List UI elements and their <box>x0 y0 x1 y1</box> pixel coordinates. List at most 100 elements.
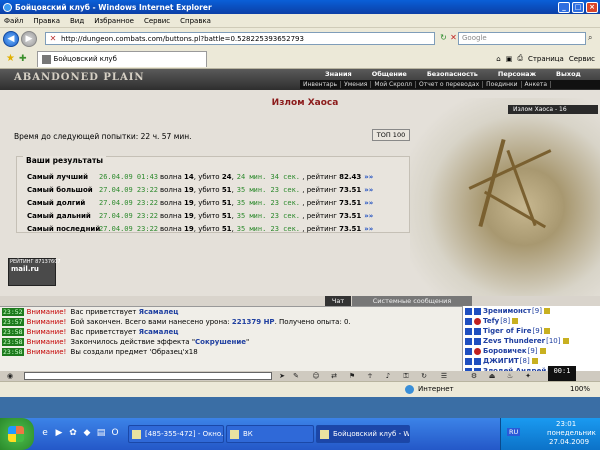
user-name[interactable]: Зренимонст <box>483 307 531 315</box>
user-info-icon[interactable] <box>512 318 519 324</box>
nav-character[interactable]: Персонаж <box>498 70 536 78</box>
user-name[interactable]: Zevs Thunderer <box>483 337 545 345</box>
tab-chat[interactable]: Чат <box>325 296 351 306</box>
nav-security[interactable]: Безопасность <box>427 70 478 78</box>
nav-exit[interactable]: Выход <box>556 70 581 78</box>
cup-icon[interactable]: ♨ <box>506 372 514 380</box>
browser-tab[interactable]: Бойцовский клуб <box>36 50 207 67</box>
user-info-icon[interactable] <box>531 358 538 364</box>
chat-timestamp[interactable]: 23:58 <box>2 338 24 346</box>
user-info-icon[interactable] <box>562 338 569 344</box>
close-button[interactable]: × <box>586 1 598 13</box>
minimize-button[interactable]: _ <box>558 1 570 13</box>
quicklaunch-icq-icon[interactable]: ✿ <box>68 427 78 439</box>
taskbar-item-1[interactable]: [485-355-472] - Окно... <box>128 425 224 443</box>
chat-input[interactable] <box>24 372 272 380</box>
subnav-profile[interactable]: Анкета <box>522 81 552 88</box>
print-icon[interactable]: ⎙ <box>517 54 523 63</box>
chat-menu-icon[interactable]: ◉ <box>6 372 14 380</box>
private-message-icon[interactable] <box>465 357 472 365</box>
filter-icon[interactable]: ⚑ <box>348 372 356 380</box>
exit-icon[interactable]: ⏏ <box>488 372 496 380</box>
taskbar-item-3[interactable]: Бойцовский клуб - Wi... <box>316 425 410 443</box>
menu-file[interactable]: Файл <box>4 17 23 25</box>
chat-timestamp[interactable]: 23:57 <box>2 318 24 326</box>
details-link[interactable]: »» <box>364 186 373 196</box>
language-indicator[interactable]: RU <box>507 428 521 436</box>
user-name[interactable]: Tefy <box>483 317 499 325</box>
quicklaunch-app-icon[interactable]: ◆ <box>82 427 92 439</box>
menu-help[interactable]: Справка <box>180 17 211 25</box>
quicklaunch-opera-icon[interactable]: O <box>110 427 120 439</box>
private-message-icon[interactable] <box>465 307 472 315</box>
user-name[interactable]: ДЖИГИТ <box>483 357 519 365</box>
settings-icon[interactable]: ⚙ <box>470 372 478 380</box>
tray-time[interactable]: 23:01 <box>556 420 576 428</box>
menu-edit[interactable]: Правка <box>33 17 60 25</box>
menu-favorites[interactable]: Избранное <box>94 17 134 25</box>
nav-social[interactable]: Общение <box>372 70 407 78</box>
user-info-icon[interactable] <box>539 348 546 354</box>
taskbar-item-2[interactable]: ВК <box>226 425 314 443</box>
subnav-battles[interactable]: Поединки <box>483 81 522 88</box>
person-icon[interactable]: ☥ <box>366 372 374 380</box>
back-button[interactable]: ◀ <box>3 30 19 47</box>
send-icon[interactable]: ➤ <box>278 372 286 380</box>
online-user[interactable]: Zevs Thunderer [10] <box>463 336 600 346</box>
online-user[interactable]: Tefy [8] <box>463 316 600 326</box>
details-link[interactable]: »» <box>364 212 373 222</box>
online-user[interactable]: Боровичек [9] <box>463 346 600 356</box>
sound-icon[interactable]: ♪ <box>384 372 392 380</box>
start-button[interactable] <box>0 418 34 450</box>
favorites-star-icon[interactable]: ★ <box>6 53 15 64</box>
smile-icon[interactable]: ☺ <box>312 372 320 380</box>
top100-button[interactable]: ТОП 100 <box>372 129 410 141</box>
feeds-icon[interactable]: ▣ <box>506 55 513 63</box>
refresh-chat-icon[interactable]: ↻ <box>420 372 428 380</box>
private-message-icon[interactable] <box>465 317 472 325</box>
home-icon[interactable]: ⌂ <box>496 55 500 63</box>
online-user[interactable]: Tiger of Fire [9] <box>463 326 600 336</box>
user-name[interactable]: Боровичек <box>483 347 527 355</box>
subnav-transfers[interactable]: Отчет о переводах <box>416 81 484 88</box>
translit-icon[interactable]: ⇄ <box>330 372 338 380</box>
address-field[interactable]: ✕ http://dungeon.combats.com/buttons.pl?… <box>45 32 435 45</box>
nav-knowledge[interactable]: Знания <box>325 70 352 78</box>
private-message-icon[interactable] <box>465 337 472 345</box>
online-user[interactable]: ДЖИГИТ [8] <box>463 356 600 366</box>
subnav-inventory[interactable]: Инвентарь <box>300 81 342 88</box>
forward-button[interactable]: ▶ <box>21 30 37 47</box>
details-link[interactable]: »» <box>364 225 373 235</box>
quicklaunch-ie-icon[interactable]: e <box>40 427 50 439</box>
details-link[interactable]: »» <box>364 199 373 209</box>
log-icon[interactable]: ☰ <box>440 372 448 380</box>
user-info-icon[interactable] <box>544 328 551 334</box>
search-input[interactable]: Google <box>458 32 586 45</box>
maximize-button[interactable]: □ <box>572 1 584 13</box>
menu-view[interactable]: Вид <box>70 17 84 25</box>
chat-timestamp[interactable]: 23:58 <box>2 328 24 336</box>
subnav-scroll[interactable]: Мой Скролл <box>371 81 417 88</box>
details-link[interactable]: »» <box>364 173 373 183</box>
page-menu[interactable]: Страница <box>528 55 564 63</box>
user-name[interactable]: Tiger of Fire <box>483 327 532 335</box>
chat-timestamp[interactable]: 23:52 <box>2 308 24 316</box>
online-user[interactable]: Зренимонст [9] <box>463 306 600 316</box>
tools-menu[interactable]: Сервис <box>569 55 595 63</box>
quicklaunch-media-icon[interactable]: ▶ <box>54 427 64 439</box>
menu-tools[interactable]: Сервис <box>144 17 170 25</box>
private-message-icon[interactable] <box>465 327 472 335</box>
search-icon[interactable]: ⌕ <box>588 32 598 45</box>
lock-icon[interactable]: ⚿ <box>402 372 410 380</box>
subnav-skills[interactable]: Умения <box>341 81 372 88</box>
chat-timestamp[interactable]: 23:58 <box>2 348 24 356</box>
tab-system-messages[interactable]: Системные сообщения <box>352 296 472 306</box>
zoom-level[interactable]: 100% <box>570 385 590 393</box>
clear-icon[interactable]: ✎ <box>292 372 300 380</box>
add-favorite-icon[interactable]: ✚ <box>19 54 27 64</box>
star-icon[interactable]: ✦ <box>524 372 532 380</box>
mailru-counter[interactable]: РЕЙТИНГ 87137607 mail.ru <box>8 258 61 286</box>
user-info-icon[interactable] <box>543 308 550 314</box>
quicklaunch-folder-icon[interactable]: ▤ <box>96 427 106 439</box>
private-message-icon[interactable] <box>465 347 472 355</box>
